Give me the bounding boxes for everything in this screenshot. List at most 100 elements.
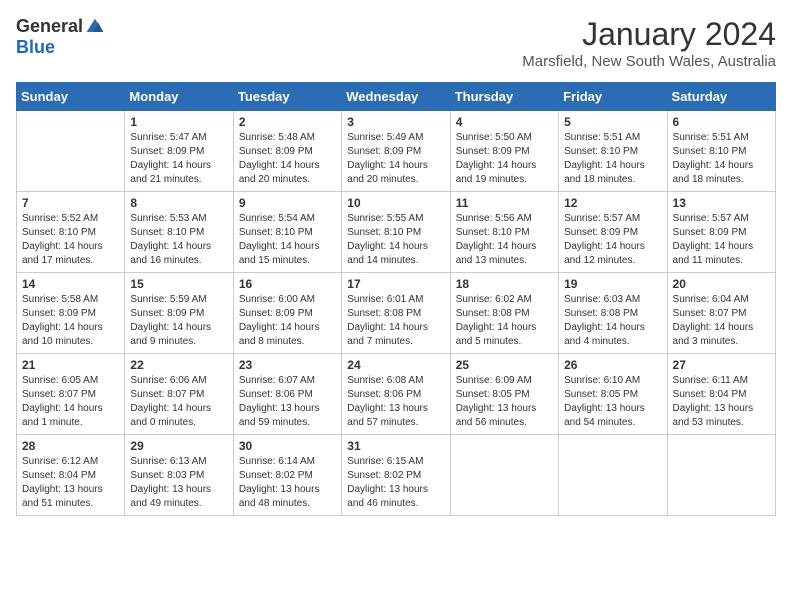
day-number: 18: [456, 277, 553, 291]
calendar-cell: 17Sunrise: 6:01 AM Sunset: 8:08 PM Dayli…: [342, 273, 450, 354]
calendar-cell: 12 Sunrise: 5:57 AM Sunset: 8:09 PM Dayli…: [559, 192, 667, 273]
day-info: Sunrise: 6:14 AM Sunset: 8:02 PM Dayligh…: [239, 455, 336, 511]
calendar-cell: 7 Sunrise: 5:52 AM Sunset: 8:10 PM Daylig…: [17, 192, 125, 273]
day-number: 28: [22, 439, 119, 453]
day-number: 19: [564, 277, 661, 291]
calendar-cell: 4 Sunrise: 5:50 AM Sunset: 8:09 PM Daylig…: [450, 111, 558, 192]
day-info: Sunrise: 6:09 AM Sunset: 8:05 PM Dayligh…: [456, 374, 553, 430]
calendar-cell: 1Sunrise: 5:47 AM Sunset: 8:09 PM Daylig…: [125, 111, 233, 192]
day-info: Sunrise: 6:00 AM Sunset: 8:09 PM Dayligh…: [239, 293, 336, 349]
day-info: Sunrise: 5:57 AM Sunset: 8:09 PM Dayligh…: [673, 212, 770, 268]
day-number: 20: [673, 277, 770, 291]
calendar-cell: [559, 435, 667, 516]
day-number: 26: [564, 358, 661, 372]
day-info: Sunrise: 6:13 AM Sunset: 8:03 PM Dayligh…: [130, 455, 227, 511]
calendar-cell: 5Sunrise: 5:51 AM Sunset: 8:10 PM Daylig…: [559, 111, 667, 192]
day-info: Sunrise: 5:49 AM Sunset: 8:09 PM Dayligh…: [347, 131, 444, 187]
column-header-friday: Friday: [559, 83, 667, 111]
calendar-cell: 9 Sunrise: 5:54 AM Sunset: 8:10 PM Daylig…: [233, 192, 341, 273]
calendar-cell: 27Sunrise: 6:11 AM Sunset: 8:04 PM Dayli…: [667, 354, 775, 435]
calendar-location: Marsfield, New South Wales, Australia: [522, 53, 776, 70]
day-info: Sunrise: 6:01 AM Sunset: 8:08 PM Dayligh…: [347, 293, 444, 349]
day-number: 5: [564, 115, 661, 129]
calendar-cell: 20Sunrise: 6:04 AM Sunset: 8:07 PM Dayli…: [667, 273, 775, 354]
calendar-cell: 18 Sunrise: 6:02 AM Sunset: 8:08 PM Dayli…: [450, 273, 558, 354]
calendar-table: SundayMondayTuesdayWednesdayThursdayFrid…: [16, 82, 776, 516]
calendar-cell: 29Sunrise: 6:13 AM Sunset: 8:03 PM Dayli…: [125, 435, 233, 516]
logo-icon: [85, 17, 105, 37]
calendar-cell: 22 Sunrise: 6:06 AM Sunset: 8:07 PM Dayli…: [125, 354, 233, 435]
day-number: 22: [130, 358, 227, 372]
column-header-sunday: Sunday: [17, 83, 125, 111]
day-number: 16: [239, 277, 336, 291]
calendar-cell: 8 Sunrise: 5:53 AM Sunset: 8:10 PM Daylig…: [125, 192, 233, 273]
calendar-week-row: 14 Sunrise: 5:58 AM Sunset: 8:09 PM Dayli…: [17, 273, 776, 354]
day-info: Sunrise: 6:06 AM Sunset: 8:07 PM Dayligh…: [130, 374, 227, 430]
day-number: 7: [22, 196, 119, 210]
calendar-week-row: 21 Sunrise: 6:05 AM Sunset: 8:07 PM Dayli…: [17, 354, 776, 435]
calendar-week-row: 28Sunrise: 6:12 AM Sunset: 8:04 PM Dayli…: [17, 435, 776, 516]
day-number: 4: [456, 115, 553, 129]
day-number: 24: [347, 358, 444, 372]
day-info: Sunrise: 5:51 AM Sunset: 8:10 PM Dayligh…: [673, 131, 770, 187]
day-number: 3: [347, 115, 444, 129]
day-number: 9: [239, 196, 336, 210]
day-info: Sunrise: 6:03 AM Sunset: 8:08 PM Dayligh…: [564, 293, 661, 349]
calendar-cell: 30Sunrise: 6:14 AM Sunset: 8:02 PM Dayli…: [233, 435, 341, 516]
day-info: Sunrise: 6:10 AM Sunset: 8:05 PM Dayligh…: [564, 374, 661, 430]
calendar-cell: 2 Sunrise: 5:48 AM Sunset: 8:09 PM Daylig…: [233, 111, 341, 192]
title-block: January 2024 Marsfield, New South Wales,…: [522, 16, 776, 70]
day-number: 27: [673, 358, 770, 372]
column-header-saturday: Saturday: [667, 83, 775, 111]
calendar-cell: 24 Sunrise: 6:08 AM Sunset: 8:06 PM Dayli…: [342, 354, 450, 435]
column-header-tuesday: Tuesday: [233, 83, 341, 111]
day-info: Sunrise: 5:58 AM Sunset: 8:09 PM Dayligh…: [22, 293, 119, 349]
column-header-monday: Monday: [125, 83, 233, 111]
day-number: 12: [564, 196, 661, 210]
calendar-cell: 26 Sunrise: 6:10 AM Sunset: 8:05 PM Dayli…: [559, 354, 667, 435]
calendar-header-row: SundayMondayTuesdayWednesdayThursdayFrid…: [17, 83, 776, 111]
day-number: 10: [347, 196, 444, 210]
day-number: 31: [347, 439, 444, 453]
day-info: Sunrise: 5:48 AM Sunset: 8:09 PM Dayligh…: [239, 131, 336, 187]
day-number: 25: [456, 358, 553, 372]
calendar-cell: 13Sunrise: 5:57 AM Sunset: 8:09 PM Dayli…: [667, 192, 775, 273]
calendar-cell: [667, 435, 775, 516]
day-info: Sunrise: 5:50 AM Sunset: 8:09 PM Dayligh…: [456, 131, 553, 187]
day-info: Sunrise: 5:55 AM Sunset: 8:10 PM Dayligh…: [347, 212, 444, 268]
day-number: 2: [239, 115, 336, 129]
day-info: Sunrise: 5:57 AM Sunset: 8:09 PM Dayligh…: [564, 212, 661, 268]
day-number: 8: [130, 196, 227, 210]
calendar-cell: 6Sunrise: 5:51 AM Sunset: 8:10 PM Daylig…: [667, 111, 775, 192]
logo-blue-text: Blue: [16, 37, 55, 58]
day-info: Sunrise: 6:08 AM Sunset: 8:06 PM Dayligh…: [347, 374, 444, 430]
day-number: 21: [22, 358, 119, 372]
calendar-cell: 14 Sunrise: 5:58 AM Sunset: 8:09 PM Dayli…: [17, 273, 125, 354]
calendar-week-row: 7 Sunrise: 5:52 AM Sunset: 8:10 PM Daylig…: [17, 192, 776, 273]
day-info: Sunrise: 5:53 AM Sunset: 8:10 PM Dayligh…: [130, 212, 227, 268]
calendar-cell: 3 Sunrise: 5:49 AM Sunset: 8:09 PM Daylig…: [342, 111, 450, 192]
calendar-cell: 21 Sunrise: 6:05 AM Sunset: 8:07 PM Dayli…: [17, 354, 125, 435]
calendar-cell: 23Sunrise: 6:07 AM Sunset: 8:06 PM Dayli…: [233, 354, 341, 435]
day-info: Sunrise: 5:59 AM Sunset: 8:09 PM Dayligh…: [130, 293, 227, 349]
day-info: Sunrise: 6:02 AM Sunset: 8:08 PM Dayligh…: [456, 293, 553, 349]
day-info: Sunrise: 5:56 AM Sunset: 8:10 PM Dayligh…: [456, 212, 553, 268]
day-number: 11: [456, 196, 553, 210]
day-info: Sunrise: 5:54 AM Sunset: 8:10 PM Dayligh…: [239, 212, 336, 268]
calendar-cell: 28Sunrise: 6:12 AM Sunset: 8:04 PM Dayli…: [17, 435, 125, 516]
day-info: Sunrise: 6:05 AM Sunset: 8:07 PM Dayligh…: [22, 374, 119, 430]
calendar-title: January 2024: [522, 16, 776, 53]
calendar-cell: [17, 111, 125, 192]
day-number: 1: [130, 115, 227, 129]
calendar-cell: [450, 435, 558, 516]
day-number: 14: [22, 277, 119, 291]
logo: General Blue: [16, 16, 105, 58]
calendar-cell: 16 Sunrise: 6:00 AM Sunset: 8:09 PM Dayli…: [233, 273, 341, 354]
logo-general-text: General: [16, 16, 83, 37]
column-header-wednesday: Wednesday: [342, 83, 450, 111]
calendar-cell: 11 Sunrise: 5:56 AM Sunset: 8:10 PM Dayli…: [450, 192, 558, 273]
day-info: Sunrise: 5:52 AM Sunset: 8:10 PM Dayligh…: [22, 212, 119, 268]
day-info: Sunrise: 6:15 AM Sunset: 8:02 PM Dayligh…: [347, 455, 444, 511]
calendar-week-row: 1Sunrise: 5:47 AM Sunset: 8:09 PM Daylig…: [17, 111, 776, 192]
calendar-cell: 15Sunrise: 5:59 AM Sunset: 8:09 PM Dayli…: [125, 273, 233, 354]
